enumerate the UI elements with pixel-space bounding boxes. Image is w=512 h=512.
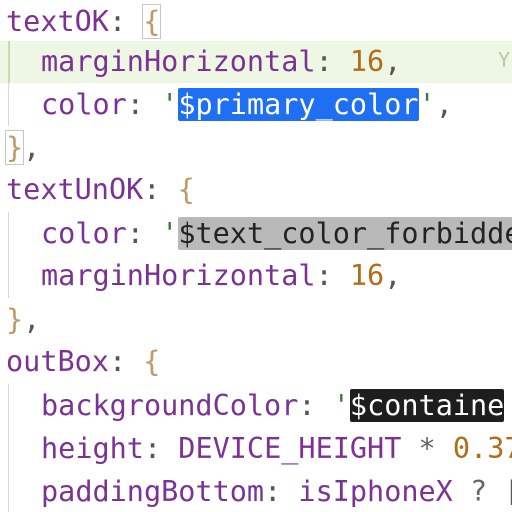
property-name: height [41, 432, 144, 465]
code-line[interactable]: marginHorizontal: 16, [0, 40, 401, 83]
comma: , [384, 45, 402, 78]
quote: ' [161, 217, 179, 250]
property-name: backgroundColor [41, 389, 299, 422]
identifier: isIphoneX [298, 475, 453, 508]
quote: ' [418, 88, 436, 121]
operator: * [418, 432, 436, 465]
property-name: marginHorizontal [41, 45, 316, 78]
comma: , [384, 259, 402, 292]
comma: , [435, 88, 453, 121]
fold-chevron-icon[interactable]: Y [498, 48, 510, 72]
number-value: 16 [349, 45, 385, 78]
operator: ? [470, 475, 488, 508]
colon: : [108, 345, 127, 378]
quote: ' [161, 88, 179, 121]
property-name: marginHorizontal [41, 259, 316, 292]
comma: , [23, 131, 41, 164]
open-brace: { [142, 4, 162, 39]
code-line[interactable]: }, [0, 126, 40, 169]
colon: : [264, 475, 282, 508]
style-key: textOK [6, 5, 109, 38]
code-line[interactable]: backgroundColor: '$containe [0, 384, 505, 427]
code-line[interactable]: }, [0, 298, 40, 341]
property-name: paddingBottom [41, 475, 265, 508]
code-line[interactable]: textOK: { [0, 0, 162, 43]
highlighted-occurrence[interactable]: $containe [349, 389, 505, 422]
colon: : [126, 88, 144, 121]
colon: : [298, 389, 316, 422]
code-line[interactable]: height: DEVICE_HEIGHT * 0.37 [0, 427, 512, 470]
code-line[interactable]: textUnOK: { [0, 168, 195, 211]
open-brace: { [143, 345, 161, 378]
identifier: DEVICE_HEIGHT [178, 432, 402, 465]
code-line[interactable]: outBox: { [0, 340, 160, 383]
number-value: 16 [349, 259, 385, 292]
code-line[interactable]: color: '$text_color_forbidde [0, 212, 512, 255]
style-key: textUnOK [6, 173, 144, 206]
colon: : [315, 45, 333, 78]
property-name: color [41, 217, 127, 250]
quote: ' [332, 389, 350, 422]
code-line[interactable]: marginHorizontal: 16, [0, 254, 401, 297]
selected-text[interactable]: $primary_color [178, 88, 419, 121]
colon: : [108, 5, 127, 38]
colon: : [143, 432, 162, 465]
open-brace: { [177, 173, 195, 206]
highlighted-occurrence[interactable]: $text_color_forbidde [178, 217, 512, 250]
style-key: outBox [6, 345, 109, 378]
close-brace: } [6, 303, 24, 336]
code-line[interactable]: paddingBottom: isIphoneX ? [ [0, 470, 512, 512]
code-line[interactable]: color: '$primary_color', [0, 83, 453, 126]
colon: : [315, 259, 333, 292]
colon: : [143, 173, 161, 206]
property-name: color [41, 88, 127, 121]
close-brace: } [4, 130, 25, 165]
comma: , [23, 303, 41, 336]
bracket: [ [504, 475, 512, 508]
number-value: 0.37 [452, 432, 512, 465]
code-editor[interactable]: Y textOK: { marginHorizontal: 16, color:… [0, 0, 512, 512]
colon: : [126, 217, 144, 250]
